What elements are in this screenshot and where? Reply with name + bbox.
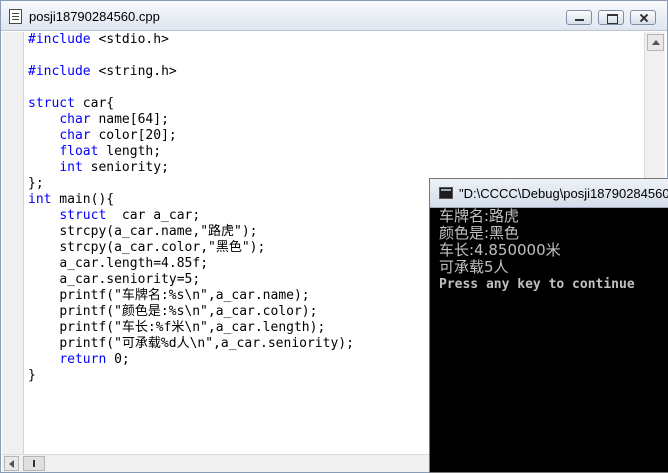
console-line: 车长:4.850000米 xyxy=(439,241,561,259)
code-line: strcpy(a_car.name,"路虎"); xyxy=(28,224,258,240)
console-app-icon xyxy=(439,187,453,199)
console-line: 颜色是:黑色 xyxy=(439,224,520,242)
document-icon xyxy=(9,9,22,24)
keyword-token: return xyxy=(59,352,107,367)
code-token: length; xyxy=(98,144,162,159)
console-line: 可承载5人 xyxy=(439,258,509,276)
editor-gutter[interactable] xyxy=(2,32,24,454)
code-line: printf("颜色是:%s\n",a_car.color); xyxy=(28,304,317,320)
code-line: struct car{ xyxy=(28,96,114,112)
code-token: main(){ xyxy=(51,192,115,207)
code-line: char color[20]; xyxy=(28,128,177,144)
code-token: color[20]; xyxy=(90,128,177,143)
console-line: 车牌名:路虎 xyxy=(439,208,520,225)
code-line: int seniority; xyxy=(28,160,169,176)
scroll-up-arrow-icon[interactable] xyxy=(647,34,664,51)
maximize-button[interactable] xyxy=(598,10,624,25)
close-button[interactable] xyxy=(630,10,656,25)
code-line: printf("车长:%f米\n",a_car.length); xyxy=(28,320,325,336)
editor-titlebar[interactable]: posji18790284560.cpp xyxy=(1,1,667,31)
code-line: #include <stdio.h> xyxy=(28,32,169,48)
keyword-token: float xyxy=(59,144,99,159)
keyword-token: struct xyxy=(59,208,107,223)
editor-title: posji18790284560.cpp xyxy=(29,9,160,24)
code-token: <stdio.h> xyxy=(90,32,169,47)
code-line: printf("可承载%d人\n",a_car.seniority); xyxy=(28,336,354,352)
code-line: a_car.length=4.85f; xyxy=(28,256,208,272)
console-prompt: Press any key to continue xyxy=(439,277,635,292)
code-token: a_car.length=4.85f; xyxy=(59,256,209,271)
keyword-token: #include xyxy=(28,64,91,79)
code-token: <string.h> xyxy=(90,64,177,79)
code-token: name[64]; xyxy=(90,112,169,127)
keyword-token: char xyxy=(59,112,91,127)
keyword-token: char xyxy=(59,128,91,143)
code-token: a_car.seniority=5; xyxy=(59,272,201,287)
code-line: float length; xyxy=(28,144,161,160)
keyword-token: int xyxy=(28,192,52,207)
code-line: } xyxy=(28,368,36,384)
code-line: printf("车牌名:%s\n",a_car.name); xyxy=(28,288,310,304)
code-token: 0; xyxy=(106,352,130,367)
code-line: return 0; xyxy=(28,352,130,368)
keyword-token: struct xyxy=(28,96,75,111)
minimize-button[interactable] xyxy=(566,10,592,25)
code-token: } xyxy=(28,368,36,383)
code-line: int main(){ xyxy=(28,192,114,208)
code-token: printf("车长:%f米\n",a_car.length); xyxy=(59,320,326,335)
code-token: printf("颜色是:%s\n",a_car.color); xyxy=(59,304,318,319)
code-line: char name[64]; xyxy=(28,112,169,128)
keyword-token: int xyxy=(59,160,83,175)
code-line: #include <string.h> xyxy=(28,64,177,80)
console-titlebar[interactable]: "D:\CCCC\Debug\posji18790284560 xyxy=(430,179,668,208)
code-line: struct car a_car; xyxy=(28,208,200,224)
keyword-token: #include xyxy=(28,32,91,47)
console-window: "D:\CCCC\Debug\posji18790284560 车牌名:路虎 颜… xyxy=(429,178,668,473)
code-token: }; xyxy=(28,176,44,191)
console-title: "D:\CCCC\Debug\posji18790284560 xyxy=(459,186,668,201)
code-token: seniority; xyxy=(82,160,169,175)
code-line: a_car.seniority=5; xyxy=(28,272,200,288)
code-token: car a_car; xyxy=(106,208,201,223)
scroll-left-arrow-icon[interactable] xyxy=(4,456,19,471)
code-token: strcpy(a_car.name,"路虎"); xyxy=(59,224,258,239)
code-line: }; xyxy=(28,176,44,192)
scroll-thumb[interactable] xyxy=(23,456,45,471)
code-token: car{ xyxy=(74,96,115,111)
console-output[interactable]: 车牌名:路虎 颜色是:黑色 车长:4.850000米 可承载5人 Press a… xyxy=(430,208,668,472)
code-line: strcpy(a_car.color,"黑色"); xyxy=(28,240,265,256)
code-token: strcpy(a_car.color,"黑色"); xyxy=(59,240,266,255)
code-token: printf("可承载%d人\n",a_car.seniority); xyxy=(59,336,354,351)
code-token: printf("车牌名:%s\n",a_car.name); xyxy=(59,288,310,303)
